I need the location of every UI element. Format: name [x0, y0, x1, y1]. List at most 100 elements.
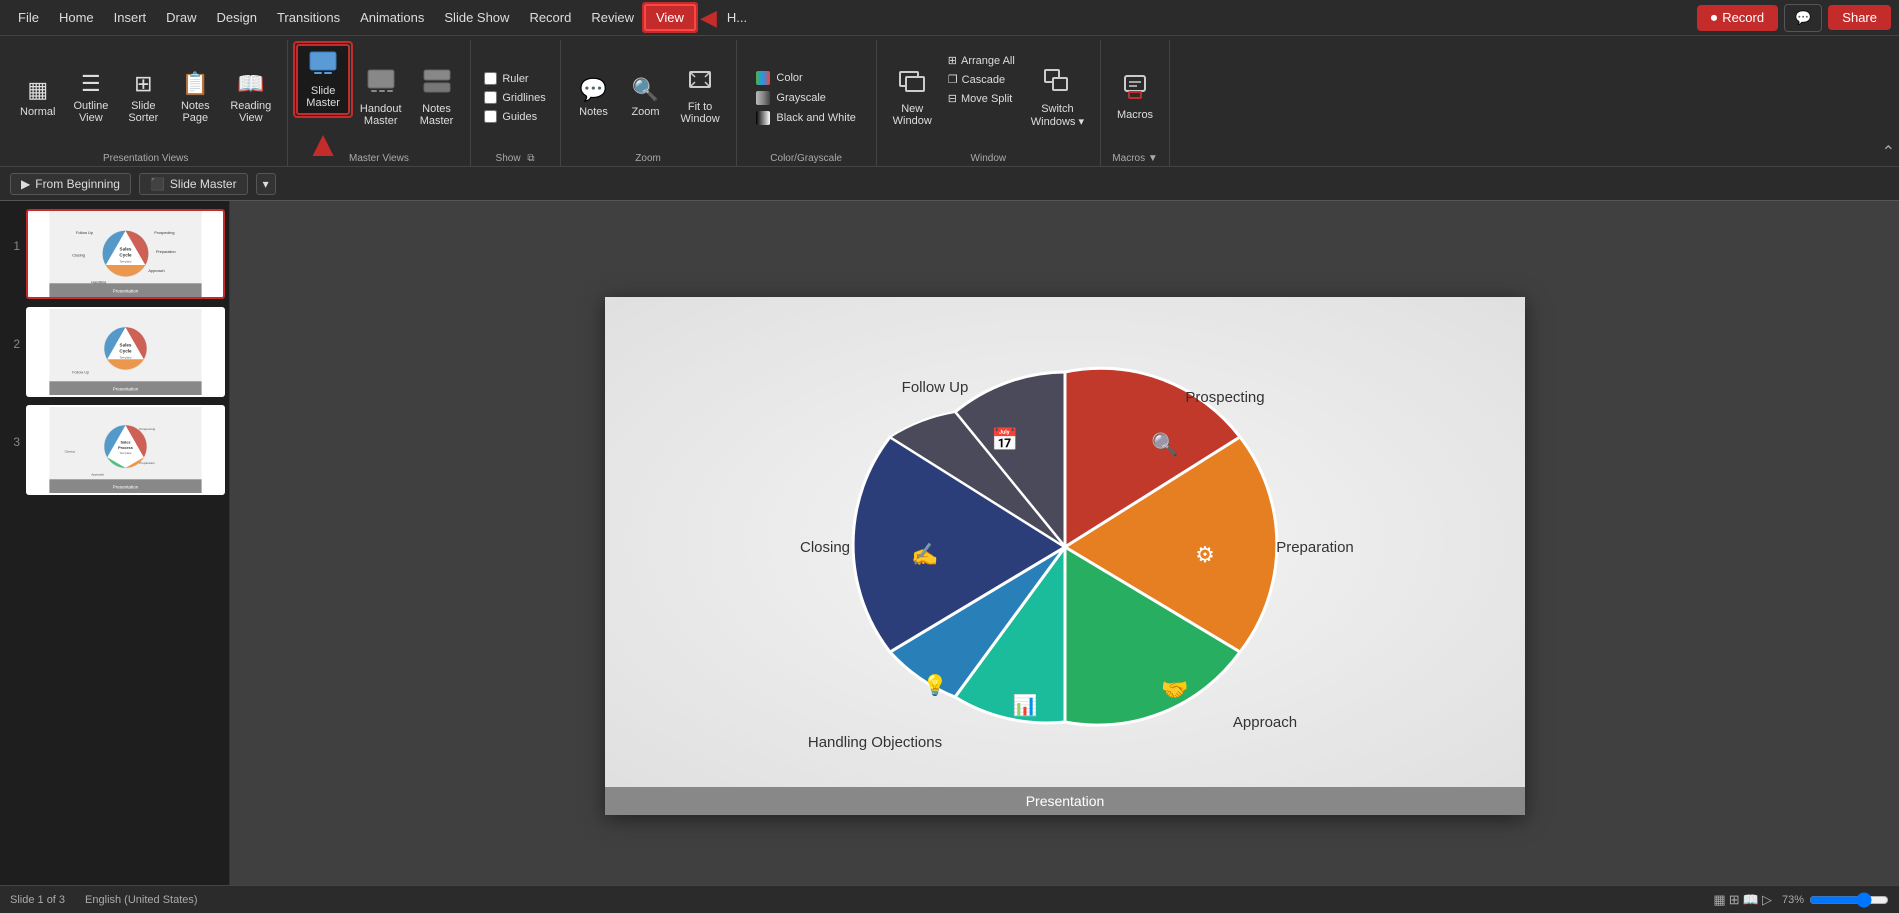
language-text: English (United States)	[85, 894, 198, 906]
gridlines-checkbox-row[interactable]: Gridlines	[480, 89, 549, 106]
color-col: Color Grayscale Black and White	[750, 44, 861, 151]
macros-icon	[1121, 74, 1149, 106]
svg-text:🔍: 🔍	[1151, 430, 1178, 457]
ribbon-collapse-btn[interactable]: ⌃	[1882, 142, 1895, 162]
black-white-btn[interactable]: Black and White	[750, 109, 861, 127]
reading-view-bottom-btn[interactable]: 📖	[1743, 892, 1759, 908]
menu-record[interactable]: Record	[519, 6, 581, 29]
guides-checkbox[interactable]	[484, 110, 497, 123]
menu-help[interactable]: H...	[717, 6, 757, 29]
menu-view[interactable]: View	[644, 4, 696, 31]
share-button[interactable]: Share	[1828, 5, 1891, 30]
presenter-bottom-btn[interactable]: ▷	[1762, 892, 1772, 908]
notes-page-btn[interactable]: 📋 NotesPage	[170, 44, 220, 151]
svg-text:Closing: Closing	[72, 254, 85, 258]
color-btn[interactable]: Color	[750, 69, 861, 87]
svg-text:✍: ✍	[911, 542, 938, 567]
svg-text:Prospecting: Prospecting	[139, 427, 155, 431]
slide-master-btn[interactable]: SlideMaster	[296, 44, 350, 115]
color-swatch	[756, 71, 770, 85]
ruler-checkbox[interactable]	[484, 72, 497, 85]
slide-sorter-bottom-btn[interactable]: ⊞	[1729, 892, 1740, 908]
outline-view-btn[interactable]: ☰ OutlineView	[65, 44, 116, 151]
svg-text:🤝: 🤝	[1161, 677, 1188, 702]
show-col: Ruler Gridlines Guides	[480, 44, 549, 151]
window-col: ⊞ Arrange All ❐ Cascade ⊟ Move Split	[942, 44, 1021, 151]
svg-text:Template: Template	[119, 451, 132, 455]
svg-text:Closing: Closing	[65, 450, 75, 454]
grayscale-btn[interactable]: Grayscale	[750, 89, 861, 107]
svg-text:Presentation: Presentation	[1025, 793, 1104, 809]
menu-animations[interactable]: Animations	[350, 6, 434, 29]
slide-thumb-1[interactable]: Sales Cycle Template Prospecting Prepara…	[26, 209, 225, 299]
slide-master-wrapper: SlideMaster ▲	[296, 44, 350, 115]
zoom-btn[interactable]: 🔍 Zoom	[621, 44, 671, 151]
slide-thumb-2[interactable]: Sales Cycle Template Preparation Follow …	[26, 307, 225, 397]
svg-text:Follow Up: Follow Up	[901, 379, 968, 396]
reading-view-icon: 📖	[237, 71, 264, 97]
cascade-btn[interactable]: ❐ Cascade	[942, 71, 1021, 88]
menu-insert[interactable]: Insert	[104, 6, 157, 29]
presentation-views-label: Presentation Views	[103, 151, 188, 164]
record-icon: ⏺	[1711, 10, 1718, 26]
slide-item-3[interactable]: 3 Sales Process Template Prospecting Pre…	[4, 405, 225, 495]
slide-sorter-btn[interactable]: ⊞ SlideSorter	[118, 44, 168, 151]
menu-draw[interactable]: Draw	[156, 6, 206, 29]
svg-text:Presentation: Presentation	[113, 484, 139, 489]
svg-text:Cycle: Cycle	[119, 253, 132, 258]
notes-icon: 💬	[580, 77, 607, 103]
slide-item-1[interactable]: 1 Sales Cycle Template Prospecting Prepa…	[4, 209, 225, 299]
main-area: 1 Sales Cycle Template Prospecting Prepa…	[0, 201, 1899, 910]
top-right-buttons: ⏺ Record 💬 Share	[1697, 4, 1891, 32]
bw-swatch	[756, 111, 770, 125]
from-beginning-btn[interactable]: ▶ From Beginning	[10, 173, 131, 195]
slide-master-icon	[308, 50, 338, 82]
menu-bar: File Home Insert Draw Design Transitions…	[0, 0, 1899, 36]
macros-group: Macros Macros ▼	[1101, 40, 1170, 166]
switch-windows-btn[interactable]: SwitchWindows ▾	[1023, 44, 1092, 151]
record-button[interactable]: ⏺ Record	[1697, 5, 1778, 31]
slide-master-sub-btn[interactable]: ⬛ Slide Master	[139, 173, 248, 195]
menu-slideshow[interactable]: Slide Show	[434, 6, 519, 29]
notes-btn[interactable]: 💬 Notes	[569, 44, 619, 151]
macros-row: Macros	[1109, 44, 1161, 151]
notes-master-btn[interactable]: NotesMaster	[412, 44, 462, 151]
menu-review[interactable]: Review	[581, 6, 644, 29]
zoom-slider[interactable]	[1809, 892, 1889, 908]
slide-number-3: 3	[4, 435, 20, 449]
master-views-group: SlideMaster ▲ HandoutMaster	[288, 40, 470, 166]
slide-canvas-area: Presentation Sales Process Template 📅 🔍 …	[230, 201, 1899, 910]
macros-expand-icon[interactable]: ▼	[1148, 153, 1158, 164]
new-window-btn[interactable]: NewWindow	[885, 44, 940, 151]
window-row: NewWindow ⊞ Arrange All ❐ Cascade ⊟ Move…	[885, 44, 1092, 151]
handout-master-btn[interactable]: HandoutMaster	[352, 44, 410, 151]
svg-text:Follow Up: Follow Up	[76, 231, 93, 235]
menu-file[interactable]: File	[8, 6, 49, 29]
fit-to-window-btn[interactable]: Fit toWindow	[673, 44, 728, 151]
guides-checkbox-row[interactable]: Guides	[480, 108, 549, 125]
slide-thumb-3[interactable]: Sales Process Template Prospecting Prepa…	[26, 405, 225, 495]
sub-toolbar-dropdown[interactable]: ▾	[256, 173, 276, 195]
macros-btn[interactable]: Macros	[1109, 44, 1161, 151]
comment-button[interactable]: 💬	[1784, 4, 1822, 32]
menu-home[interactable]: Home	[49, 6, 104, 29]
slide-item-2[interactable]: 2 Sales Cycle Template Preparation Follo…	[4, 307, 225, 397]
normal-view-bottom-btn[interactable]: ▦	[1713, 892, 1725, 908]
move-split-btn[interactable]: ⊟ Move Split	[942, 90, 1021, 107]
up-arrow-indicator: ▲	[305, 123, 341, 165]
outline-icon: ☰	[81, 71, 101, 97]
svg-text:Preparation: Preparation	[1276, 539, 1354, 556]
ruler-checkbox-row[interactable]: Ruler	[480, 70, 549, 87]
menu-design[interactable]: Design	[207, 6, 267, 29]
show-expand-icon[interactable]: ⧉	[527, 153, 534, 164]
gridlines-checkbox[interactable]	[484, 91, 497, 104]
normal-icon: ▦	[27, 77, 48, 103]
slide-number-1: 1	[4, 239, 20, 253]
reading-view-btn[interactable]: 📖 ReadingView	[222, 44, 279, 151]
svg-text:Handling Objections: Handling Objections	[807, 734, 941, 751]
play-icon: ▶	[21, 177, 30, 191]
arrange-all-btn[interactable]: ⊞ Arrange All	[942, 52, 1021, 69]
zoom-row: 💬 Notes 🔍 Zoom	[569, 44, 728, 151]
normal-view-btn[interactable]: ▦ Normal	[12, 44, 63, 151]
menu-transitions[interactable]: Transitions	[267, 6, 350, 29]
